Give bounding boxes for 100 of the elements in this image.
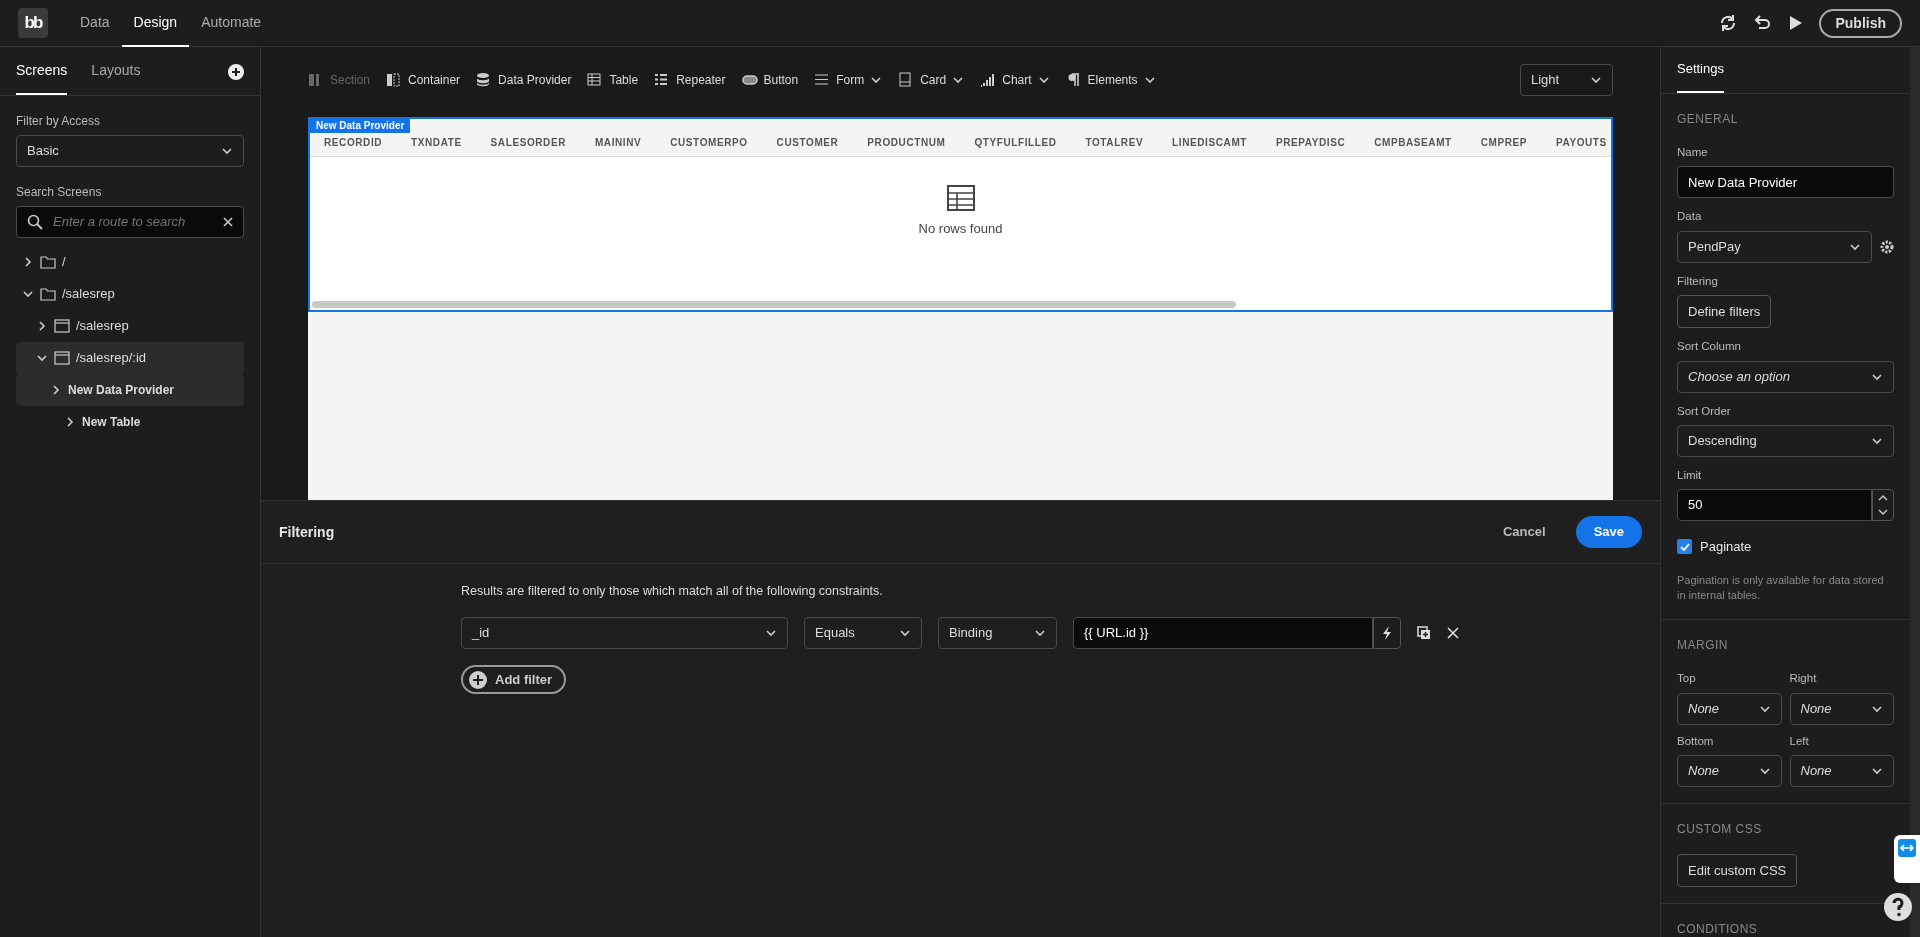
tree-item[interactable]: /salesrep/:id <box>76 348 147 368</box>
column-header: TOTALREV <box>1085 137 1144 148</box>
column-header: CUSTOMERPO <box>670 137 748 148</box>
button-icon <box>741 72 758 88</box>
name-field[interactable]: New Data Provider <box>1677 166 1894 199</box>
chevron-right-icon <box>64 416 76 428</box>
toolbar-button[interactable]: Button <box>741 71 799 89</box>
help-icon[interactable] <box>1884 893 1912 921</box>
nav-tab[interactable]: Design <box>121 0 190 47</box>
component-label: New Data Provider <box>310 119 411 133</box>
field-label: Name <box>1677 145 1709 160</box>
tree-item[interactable]: / <box>62 252 66 272</box>
data-select[interactable]: PendPay <box>1677 230 1872 263</box>
paragraph-icon <box>1065 72 1082 88</box>
toolbar-button[interactable]: Chart <box>980 71 1050 89</box>
define-filters-button[interactable]: Define filters <box>1677 294 1772 329</box>
paginate-checkbox[interactable] <box>1677 539 1692 555</box>
chevron-down-icon <box>22 288 34 300</box>
tree-item[interactable]: New Table <box>82 413 141 431</box>
type-select[interactable]: Binding <box>938 616 1057 649</box>
tree-item[interactable]: /salesrep <box>62 284 115 304</box>
toolbar-button[interactable]: Data Provider <box>476 71 572 89</box>
search-box[interactable]: Enter a route to search <box>16 206 244 238</box>
toolbar-button[interactable]: Repeater <box>654 71 726 89</box>
field-select[interactable]: _id <box>461 616 788 649</box>
column-header: CMPBASEAMT <box>1374 137 1452 148</box>
field-label: Data <box>1677 209 1703 225</box>
field-label: Filtering <box>1677 273 1719 289</box>
margin-select[interactable]: None <box>1789 692 1894 725</box>
nav-tab[interactable]: Data <box>68 0 122 47</box>
play-icon[interactable] <box>1787 15 1804 31</box>
save-button[interactable]: Save <box>1575 516 1642 548</box>
sidebar-tab[interactable]: Screens <box>16 47 68 95</box>
field-label: Filter by Access <box>16 113 102 130</box>
field-label: Sort Column <box>1677 339 1742 355</box>
field-label: Right <box>1789 671 1818 687</box>
chevron-down-icon <box>1878 509 1888 516</box>
field-label: Sort Order <box>1677 403 1732 419</box>
chevron-down-icon <box>952 74 965 86</box>
publish-button[interactable]: Publish <box>1819 8 1902 38</box>
column-header: MAININV <box>594 137 642 148</box>
cancel-button[interactable]: Cancel <box>1497 521 1552 543</box>
margin-select[interactable]: None <box>1677 754 1782 787</box>
logo[interactable]: bb <box>18 8 48 38</box>
edit-css-button[interactable]: Edit custom CSS <box>1677 853 1798 888</box>
theme-select[interactable]: Light <box>1520 64 1613 96</box>
margin-select[interactable]: None <box>1789 754 1894 787</box>
field-label: Top <box>1677 671 1697 687</box>
toolbar-button[interactable]: Elements <box>1065 71 1156 89</box>
empty-message: No rows found <box>918 220 1003 238</box>
settings-icon[interactable] <box>1880 239 1894 254</box>
number-stepper[interactable] <box>1872 489 1894 521</box>
arrows-icon <box>1898 839 1916 857</box>
nav-tab[interactable]: Automate <box>189 0 274 47</box>
value-field[interactable]: {{ URL.id }} <box>1073 616 1373 649</box>
chevron-right-icon <box>36 320 48 332</box>
chevron-down-icon <box>1143 74 1156 86</box>
window-icon <box>54 319 70 333</box>
tree-item[interactable]: /salesrep <box>76 316 129 336</box>
toolbar-button[interactable]: Card <box>898 71 965 89</box>
chevron-down-icon <box>1037 74 1050 86</box>
chevron-right-icon <box>50 384 62 396</box>
table-icon <box>587 72 604 88</box>
field-label: Search Screens <box>16 184 103 201</box>
clear-icon[interactable] <box>223 217 233 227</box>
section-heading: CUSTOM CSS <box>1677 820 1763 838</box>
description-text: Results are filtered to only those which match all of the following constraints. <box>461 583 884 600</box>
toolbar-button[interactable]: Table <box>587 71 639 89</box>
sidebar-tab[interactable]: Layouts <box>91 47 141 95</box>
field-label: Limit <box>1677 467 1703 483</box>
settings-tab[interactable]: Settings <box>1677 47 1724 93</box>
container-icon <box>386 72 403 88</box>
add-icon <box>469 670 487 689</box>
bar-chart-icon <box>980 72 997 88</box>
column-header: QTYFULFILLED <box>974 137 1057 148</box>
column-header: LINEDISCAMT <box>1172 137 1248 148</box>
toolbar-button[interactable]: Form <box>814 71 883 89</box>
access-select[interactable]: Basic <box>16 135 244 167</box>
scrollbar[interactable] <box>312 301 1236 308</box>
chevron-down-icon <box>1590 74 1602 86</box>
margin-select[interactable]: None <box>1677 692 1782 725</box>
column-header: PAYOUTS <box>1555 137 1607 148</box>
chevron-right-icon <box>22 256 34 268</box>
add-icon[interactable] <box>228 63 244 80</box>
section-heading: MARGIN <box>1677 637 1729 655</box>
operator-select[interactable]: Equals <box>804 616 922 649</box>
binding-button[interactable] <box>1373 616 1401 649</box>
add-filter-button[interactable]: Add filter <box>461 664 567 695</box>
toolbar-button[interactable]: Container <box>386 71 461 89</box>
search-field[interactable]: Enter a route to search <box>51 211 215 233</box>
column-header: TXNDATE <box>411 137 462 148</box>
sort-order-select[interactable]: Descending <box>1677 424 1894 457</box>
sort-column-select[interactable]: Choose an option <box>1677 360 1894 393</box>
scrollbar[interactable] <box>1910 47 1920 937</box>
remote-widget[interactable] <box>1894 835 1920 883</box>
limit-field[interactable]: 50 <box>1677 489 1872 521</box>
refresh-icon[interactable] <box>1719 14 1738 32</box>
close-icon[interactable] <box>1447 626 1459 639</box>
undo-icon[interactable] <box>1753 14 1772 32</box>
duplicate-icon[interactable] <box>1417 625 1431 640</box>
